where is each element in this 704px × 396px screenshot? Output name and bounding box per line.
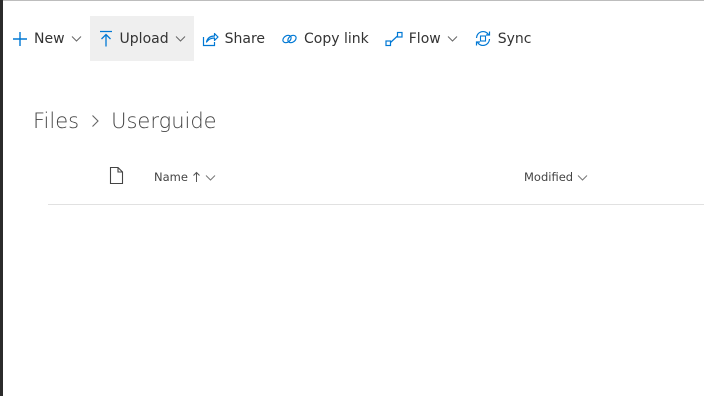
file-icon[interactable]: [109, 166, 124, 189]
copy-link-button[interactable]: Copy link: [273, 16, 377, 61]
sync-icon: [474, 30, 492, 47]
window-left-border: [0, 0, 3, 396]
new-button-label: New: [34, 30, 65, 47]
sync-button[interactable]: Sync: [466, 16, 540, 61]
window-top-border: [0, 0, 704, 1]
flow-icon: [385, 31, 403, 47]
plus-icon: [12, 31, 28, 47]
breadcrumb: Files Userguide: [33, 104, 217, 138]
chevron-down-icon: [577, 172, 588, 183]
chevron-down-icon: [447, 33, 458, 44]
column-header-modified-label: Modified: [524, 170, 574, 184]
share-button[interactable]: Share: [194, 16, 273, 61]
sort-up-icon: [192, 171, 201, 183]
chevron-down-icon: [205, 172, 216, 183]
copy-link-button-label: Copy link: [304, 30, 369, 47]
flow-button-label: Flow: [408, 30, 441, 47]
upload-icon: [98, 30, 114, 47]
link-icon: [281, 31, 298, 47]
chevron-down-icon: [71, 33, 82, 44]
chevron-right-icon: [90, 114, 100, 128]
breadcrumb-item-userguide: Userguide: [111, 109, 217, 133]
upload-button[interactable]: Upload: [89, 16, 194, 61]
upload-button-label: Upload: [119, 30, 169, 47]
sync-button-label: Sync: [497, 30, 532, 47]
list-header: Name Modified: [48, 166, 704, 205]
new-button[interactable]: New: [4, 16, 90, 61]
column-header-modified[interactable]: Modified: [524, 170, 588, 184]
column-header-name[interactable]: Name: [154, 170, 216, 184]
share-button-label: Share: [224, 30, 266, 47]
share-icon: [202, 31, 219, 47]
column-header-name-label: Name: [154, 170, 188, 184]
flow-button[interactable]: Flow: [377, 16, 466, 61]
chevron-down-icon: [175, 33, 186, 44]
breadcrumb-item-files[interactable]: Files: [33, 109, 79, 133]
command-bar: New Upload Share Copy link Flow Sync: [4, 16, 704, 61]
